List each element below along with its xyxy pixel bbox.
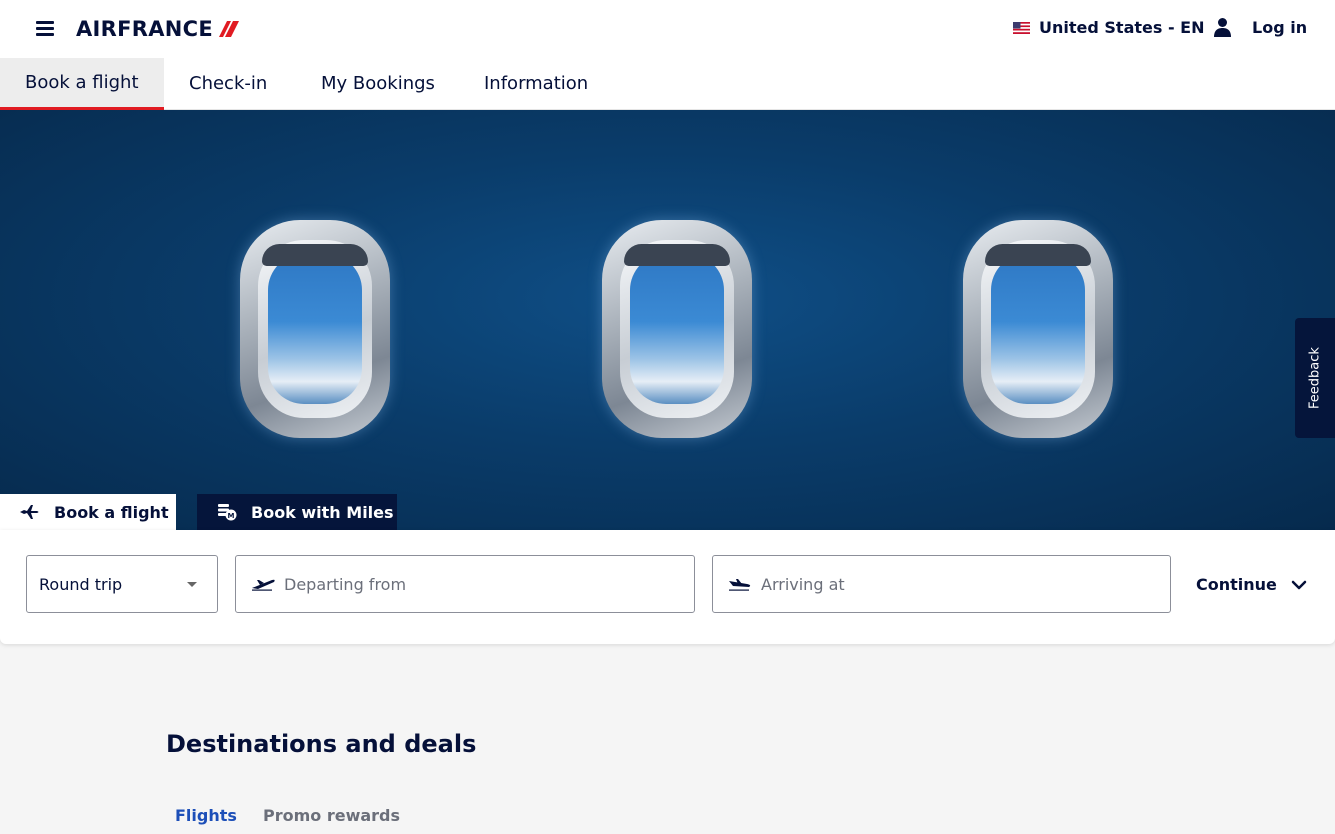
trip-type-select[interactable]: Round trip — [26, 555, 218, 613]
deals-tab-flights[interactable]: Flights — [175, 806, 237, 825]
user-icon — [1214, 18, 1231, 37]
logo-stripes-icon — [219, 21, 240, 37]
plane-icon — [20, 505, 39, 519]
svg-text:M: M — [228, 512, 235, 520]
login-button[interactable]: Log in — [1213, 17, 1307, 37]
arriving-field[interactable] — [712, 555, 1171, 613]
continue-button[interactable]: Continue — [1196, 575, 1307, 594]
logo-text: AIRFRANCE — [76, 17, 214, 41]
site-header: AIRFRANCE United States - EN Log in — [0, 0, 1335, 58]
hero-banner — [0, 110, 1335, 530]
tab-book-a-flight[interactable]: Book a flight — [0, 58, 164, 110]
air-france-logo[interactable]: AIRFRANCE — [76, 17, 240, 41]
locale-selector[interactable]: United States - EN — [1013, 18, 1204, 37]
landing-icon — [729, 579, 751, 591]
main-nav: Book a flight Check-in My Bookings Infor… — [0, 58, 1335, 110]
us-flag-icon — [1013, 21, 1030, 34]
tab-book-with-miles[interactable]: M Book with Miles — [197, 494, 397, 530]
feedback-button[interactable]: Feedback — [1295, 318, 1335, 438]
continue-label: Continue — [1196, 575, 1277, 594]
deals-heading: Destinations and deals — [166, 730, 477, 758]
locale-label: United States - EN — [1039, 18, 1205, 37]
tab-my-bookings[interactable]: My Bookings — [321, 58, 435, 110]
departing-input[interactable] — [284, 574, 664, 594]
tab-check-in[interactable]: Check-in — [189, 58, 267, 110]
tab-information[interactable]: Information — [484, 58, 588, 110]
deals-tab-promo-rewards[interactable]: Promo rewards — [263, 806, 400, 825]
miles-icon: M — [218, 504, 237, 521]
takeoff-icon — [252, 579, 275, 591]
trip-type-value: Round trip — [39, 574, 123, 594]
caret-down-icon — [187, 582, 197, 587]
login-label: Log in — [1252, 17, 1308, 37]
flight-search-form: Round trip Continue — [0, 530, 1335, 644]
hamburger-menu-icon[interactable] — [36, 21, 54, 36]
arriving-input[interactable] — [761, 574, 1141, 594]
tab-book-flight[interactable]: Book a flight — [0, 494, 176, 530]
tab-book-with-miles-label: Book with Miles — [251, 502, 394, 522]
airplane-window-image — [240, 220, 390, 438]
airplane-window-image — [963, 220, 1113, 438]
departing-field[interactable] — [235, 555, 695, 613]
chevron-down-icon — [1291, 580, 1307, 589]
airplane-window-image — [602, 220, 752, 438]
tab-book-flight-label: Book a flight — [54, 502, 169, 522]
feedback-label: Feedback — [1307, 347, 1323, 409]
